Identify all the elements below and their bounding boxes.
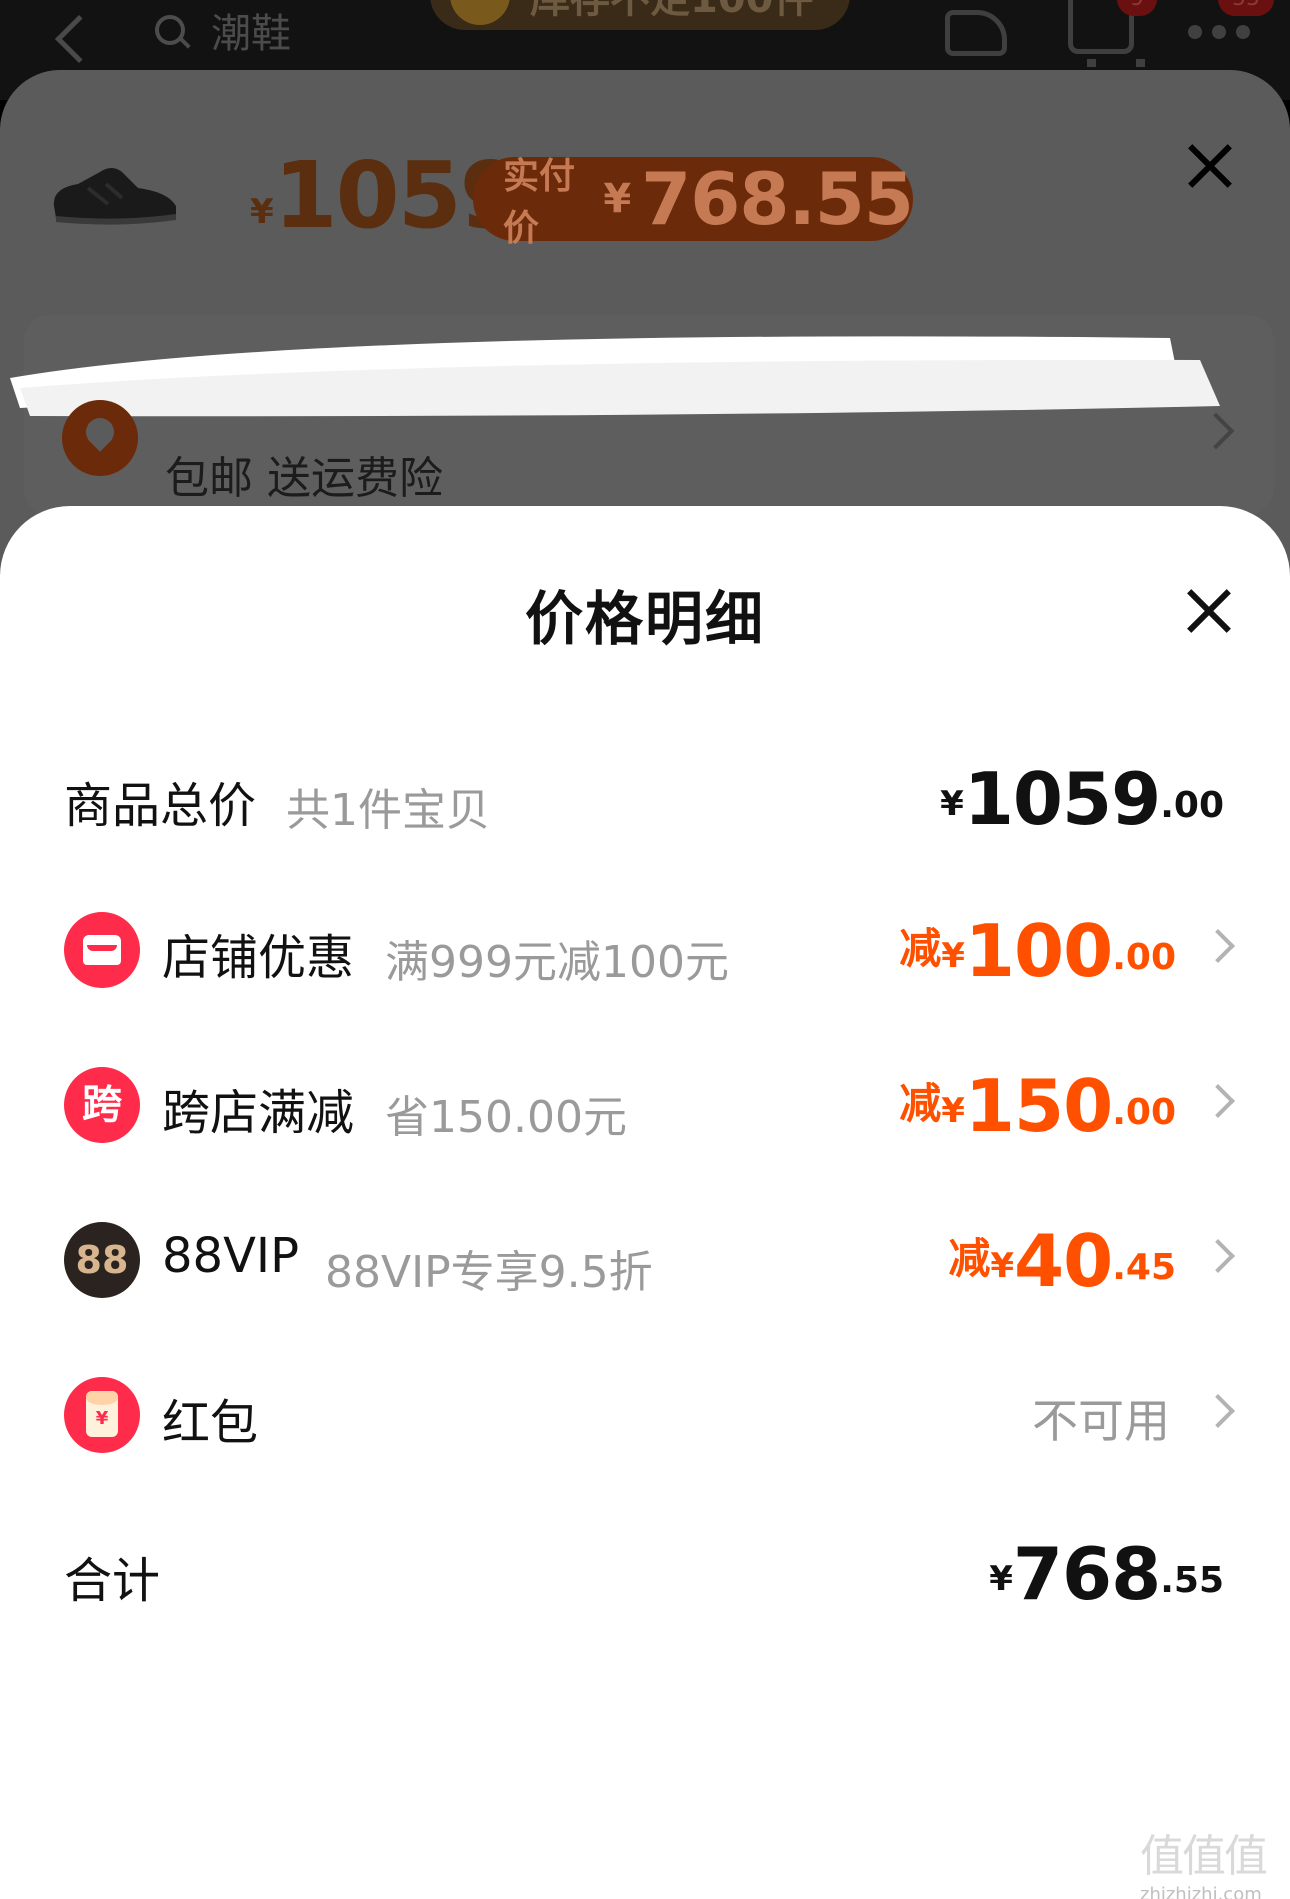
row-sub: 满999元减100元 — [385, 937, 729, 988]
sku-close-icon[interactable] — [1186, 142, 1234, 190]
row-sub: 共1件宝贝 — [286, 785, 490, 836]
row-label: 店铺优惠 — [162, 930, 355, 986]
real-pay-pill: 实付价 ¥ 768.55 — [473, 156, 914, 249]
more-icon[interactable]: 55 — [1188, 0, 1278, 40]
row-shop-discount[interactable]: 店铺优惠 满999元减100元 减 ¥ 100 .00 — [0, 900, 1290, 1010]
cart-icon[interactable]: 9 — [1068, 0, 1157, 67]
row-label: 88VIP — [162, 1228, 300, 1284]
shop-icon — [64, 912, 140, 988]
row-label: 跨店满减 — [162, 1085, 355, 1141]
location-icon — [62, 400, 138, 476]
cross-store-value: 减 ¥ 150 .00 — [899, 1064, 1176, 1148]
row-red-packet[interactable]: ¥ 红包 不可用 — [0, 1365, 1290, 1475]
watermark: 值值值 zhizhizhi.com — [1140, 1831, 1268, 1899]
banner-text: 库存不足100件 — [530, 0, 814, 24]
shop-discount-value: 减 ¥ 100 .00 — [899, 909, 1176, 993]
redaction-scribble — [10, 336, 1220, 417]
cart-badge: 9 — [1117, 0, 1157, 16]
search-text: 潮鞋 — [211, 11, 291, 57]
chevron-right-icon — [1201, 1084, 1235, 1118]
row-label: 红包 — [162, 1395, 259, 1451]
row-cross-store-discount[interactable]: 跨 跨店满减 省150.00元 减 ¥ 150 .00 — [0, 1055, 1290, 1165]
search-bar[interactable]: 潮鞋 — [155, 4, 405, 57]
red-packet-icon: ¥ — [64, 1377, 140, 1453]
cross-store-icon: 跨 — [64, 1067, 140, 1143]
search-icon — [155, 15, 185, 45]
stock-banner: 库存不足100件 — [430, 0, 850, 30]
share-icon[interactable] — [945, 10, 1007, 56]
goods-total-value: ¥ 1059 .00 — [940, 757, 1224, 841]
row-goods-total: 商品总价 共1件宝贝 ¥ 1059 .00 — [0, 748, 1290, 858]
product-thumbnail — [53, 168, 176, 225]
panel-title: 价格明细 — [524, 585, 765, 653]
chevron-right-icon — [1201, 929, 1235, 963]
row-sub: 省150.00元 — [385, 1092, 627, 1143]
screen: { "nav": { "search_text": "潮鞋", "banner_… — [0, 0, 1290, 1899]
red-packet-status: 不可用 — [1032, 1394, 1170, 1448]
close-icon[interactable] — [1186, 588, 1232, 634]
chevron-right-icon — [1201, 1394, 1235, 1428]
row-total: 合计 ¥ 768 .55 — [0, 1523, 1290, 1633]
row-label: 商品总价 — [64, 778, 257, 834]
shipping-text: 包邮 送运费险 — [165, 453, 443, 504]
total-value: ¥ 768 .55 — [989, 1532, 1224, 1616]
row-label: 合计 — [64, 1553, 161, 1609]
more-badge: 55 — [1218, 0, 1274, 16]
price-detail-panel — [0, 506, 1290, 1899]
back-arrow-icon[interactable] — [54, 14, 104, 64]
vip-88-icon: 88 — [64, 1222, 140, 1298]
vip-discount-value: 减 ¥ 40 .45 — [948, 1219, 1176, 1303]
chevron-right-icon — [1201, 1239, 1235, 1273]
banner-icon — [450, 0, 510, 25]
row-88vip[interactable]: 88 88VIP 88VIP专享9.5折 减 ¥ 40 .45 — [0, 1210, 1290, 1320]
row-sub: 88VIP专享9.5折 — [325, 1247, 653, 1298]
